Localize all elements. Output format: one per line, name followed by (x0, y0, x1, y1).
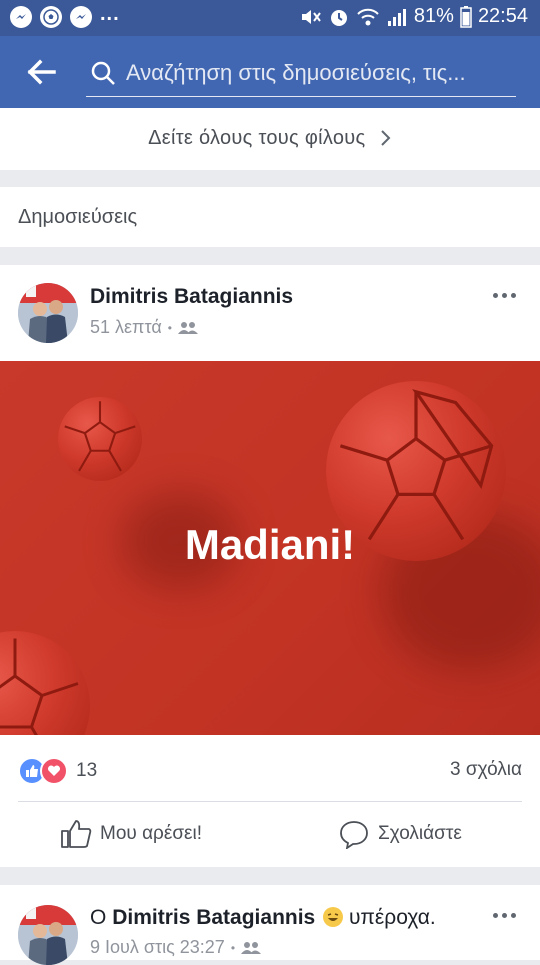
thumbs-up-icon (61, 820, 92, 848)
post-header-line: Ο Dimitris Batagiannis υπέροχα. (90, 906, 436, 930)
football-ball (58, 397, 142, 481)
battery-percent: 81% (413, 5, 454, 27)
comment-label: Σχολιάστε (378, 823, 462, 844)
messenger-icon (10, 6, 32, 28)
search-placeholder: Αναζήτηση στις δημοσιεύσεις, τις... (126, 60, 466, 85)
separator-dot: • (167, 320, 172, 335)
comment-button[interactable]: Σχολιάστε (338, 819, 462, 849)
divider (18, 801, 522, 802)
post-feeling: υπέροχα. (348, 906, 436, 929)
comments-count[interactable]: 3 σχόλια (450, 759, 522, 781)
avatar[interactable] (18, 283, 78, 343)
search-icon (91, 61, 115, 85)
post-time[interactable]: 51 λεπτά (90, 317, 162, 338)
reactions-summary[interactable]: 13 (18, 757, 97, 785)
messenger-icon-2 (70, 6, 92, 28)
post-meta: 51 λεπτά • (90, 317, 198, 338)
like-label: Μου αρέσει! (100, 823, 203, 844)
search-header: Αναζήτηση στις δημοσιεύσεις, τις... (0, 36, 540, 108)
like-button[interactable]: Μου αρέσει! (60, 819, 202, 849)
search-input[interactable]: Αναζήτηση στις δημοσιεύσεις, τις... (86, 52, 516, 97)
friends-privacy-icon (177, 321, 198, 334)
love-reaction-icon (40, 757, 68, 785)
alarm-icon (330, 9, 347, 26)
separator-dot: • (230, 940, 236, 955)
comment-icon (340, 821, 368, 849)
post-meta: 9 Ιουλ στις 23:27 • (90, 937, 262, 958)
posts-section-title: Δημοσιεύσεις (18, 206, 138, 228)
chevron-right-icon (381, 130, 391, 146)
post-time[interactable]: 9 Ιουλ στις 23:27 (90, 937, 225, 958)
battery-icon (460, 5, 472, 28)
wifi-icon (357, 8, 379, 25)
more-notifications-icon: ... (100, 2, 120, 25)
signal-icon (387, 8, 406, 26)
football-app-icon (40, 6, 62, 28)
posts-section-header: Δημοσιεύσεις (0, 187, 540, 247)
post-image-text: Madiani! (184, 521, 356, 568)
post-card: Dimitris Batagiannis 51 λεπτά • Madiani!… (0, 265, 540, 867)
clock: 22:54 (477, 5, 528, 27)
post-author[interactable]: Dimitris Batagiannis (112, 906, 315, 929)
friends-privacy-icon (241, 941, 262, 954)
post-card: Ο Dimitris Batagiannis υπέροχα. 9 Ιουλ σ… (0, 885, 540, 965)
football-ball (0, 631, 90, 735)
post-options-icon[interactable] (493, 293, 516, 298)
status-bar: ... 81% 22:54 (0, 0, 540, 36)
see-all-friends-link[interactable]: Δείτε όλους τους φίλους (0, 108, 540, 170)
post-image[interactable]: Madiani! (0, 361, 540, 735)
avatar[interactable] (18, 905, 78, 965)
post-author[interactable]: Dimitris Batagiannis (90, 285, 293, 309)
post-prefix: Ο (90, 906, 107, 929)
laughing-emoji-icon (323, 907, 344, 927)
post-options-icon[interactable] (493, 913, 516, 918)
see-all-friends-label: Δείτε όλους τους φίλους (148, 127, 366, 149)
back-arrow-icon[interactable] (26, 58, 56, 86)
mute-icon (301, 9, 321, 24)
reaction-count: 13 (76, 760, 98, 781)
